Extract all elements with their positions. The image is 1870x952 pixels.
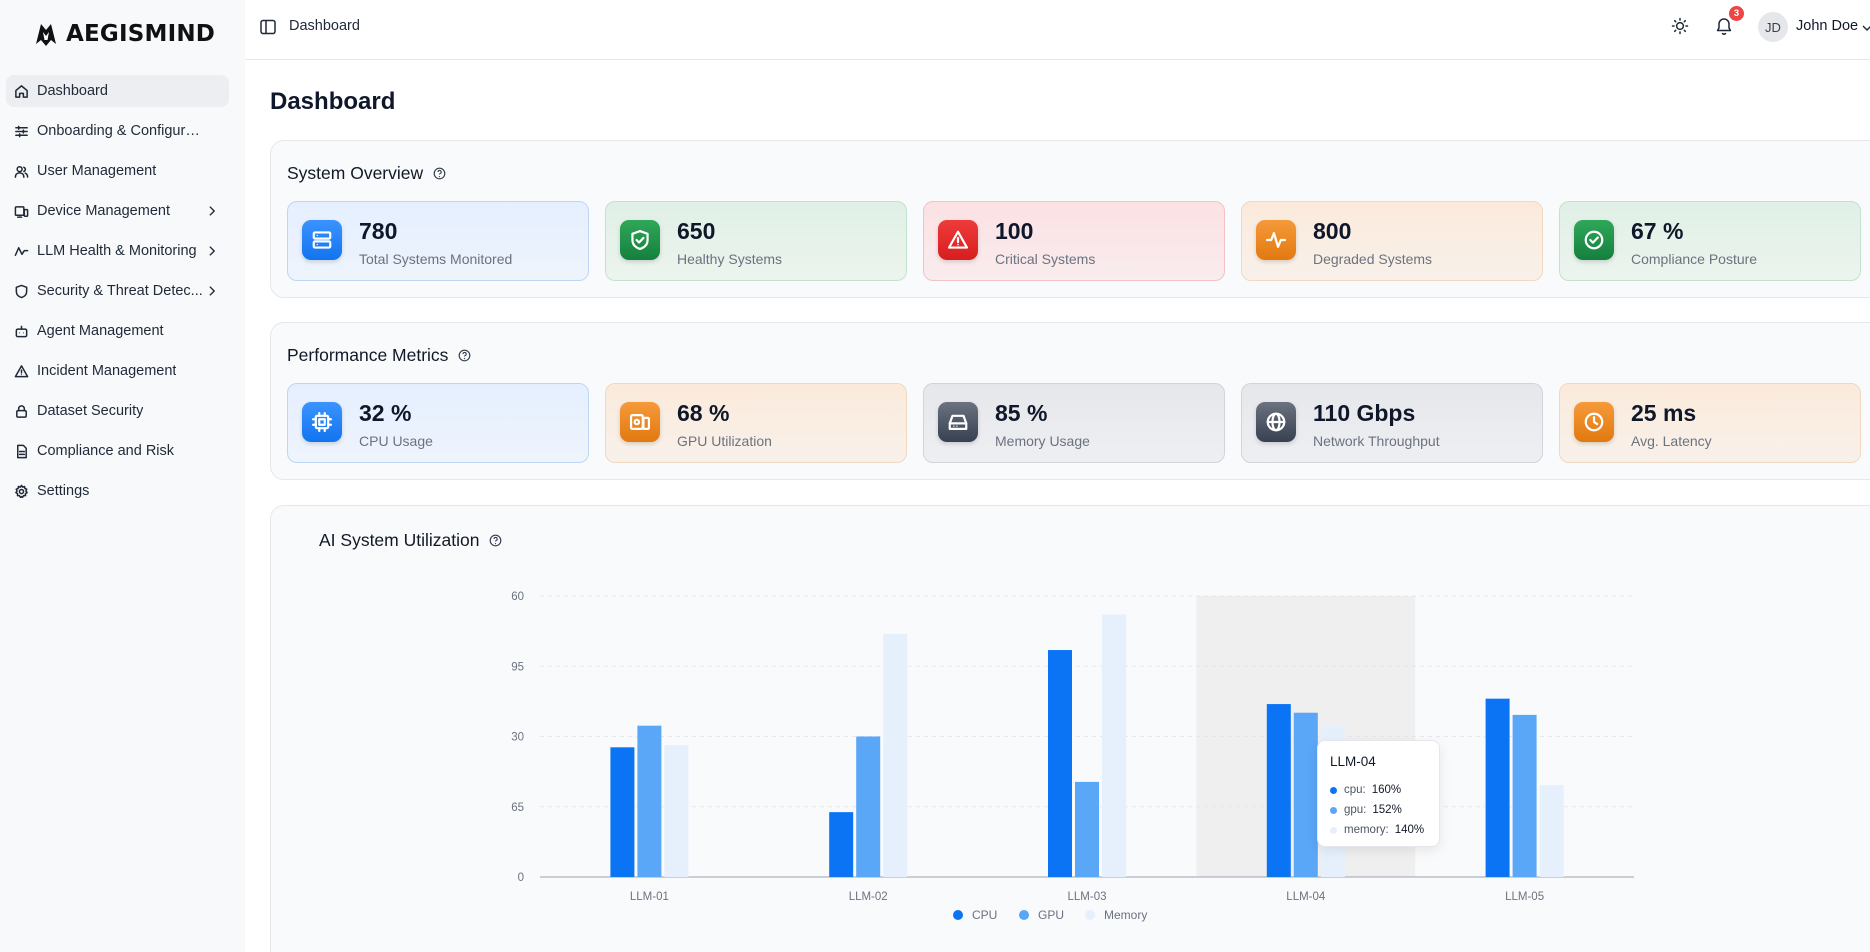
bar-memory-llm-02 [883,633,908,877]
legend-marker [953,910,963,920]
y-tick-label: 60 [511,591,524,603]
bar-cpu-llm-03 [1048,650,1072,877]
x-tick-label: LLM-05 [1505,891,1544,903]
bar-gpu-llm-05 [1512,714,1537,877]
tooltip-value: 140% [1394,824,1425,836]
y-tick-label: 65 [511,802,524,814]
bar-cpu-llm-04 [1266,704,1291,877]
y-tick-label: 95 [511,661,524,673]
bar-cpu-llm-01 [610,747,635,877]
tooltip-marker [1330,786,1337,794]
tooltip-value: 160% [1371,784,1402,796]
x-tick-label: LLM-01 [630,891,669,903]
tooltip-marker [1330,806,1337,814]
legend-label: Memory [1104,908,1147,922]
tooltip-key: memory: [1344,824,1389,836]
bar-gpu-llm-01 [637,725,662,877]
tooltip-title: LLM-04 [1330,754,1376,769]
tooltip-row: memory: 140% [1330,824,1424,836]
bar-memory-llm-03 [1102,614,1126,877]
chart-tooltip: LLM-04 cpu: 160% gpu: 152% memory: 140% [1317,740,1440,847]
x-tick-label: LLM-02 [849,891,888,903]
bar-gpu-llm-04 [1293,712,1318,877]
bar-cpu-llm-05 [1485,698,1510,877]
legend-label: GPU [1038,908,1064,922]
tooltip-row: cpu: 160% [1330,784,1401,796]
legend-marker [1085,910,1095,920]
tooltip-row: gpu: 152% [1330,804,1402,816]
tooltip-key: cpu: [1344,784,1366,796]
legend-marker [1019,910,1029,920]
y-tick-label: 0 [518,872,524,884]
bar-gpu-llm-03 [1075,781,1099,877]
bar-memory-llm-01 [664,745,689,877]
bar-cpu-llm-02 [829,812,854,877]
legend-label: CPU [972,908,997,922]
bar-gpu-llm-02 [856,736,881,877]
x-tick-label: LLM-03 [1068,891,1107,903]
tooltip-value: 152% [1372,804,1402,816]
x-tick-label: LLM-04 [1286,891,1326,903]
utilization-bar-chart: 0 65 30 95 60 LLM-01 LLM-02 LLM-03 LLM-04 LLM-05 C… [511,591,1634,922]
y-tick-label: 30 [511,732,524,744]
tooltip-key: gpu: [1344,804,1367,816]
tooltip-marker [1330,826,1337,834]
bar-memory-llm-05 [1539,785,1564,877]
